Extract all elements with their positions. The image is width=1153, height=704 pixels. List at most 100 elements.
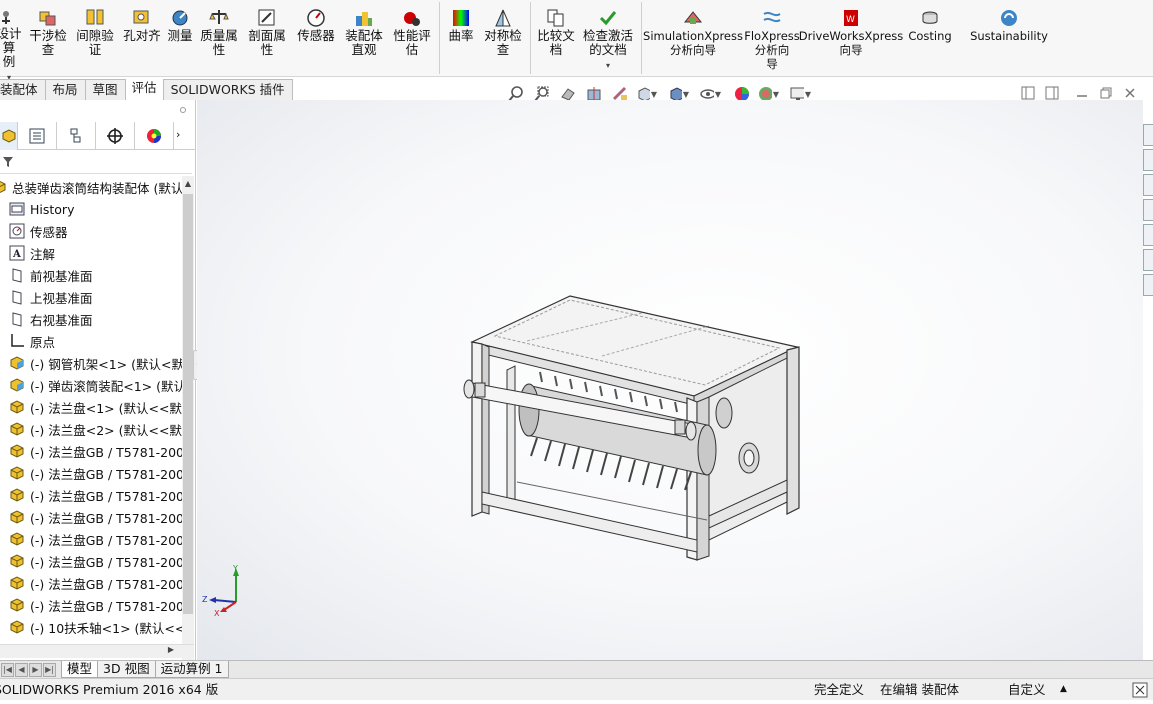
ribbon-button-label: 性能评 估: [393, 28, 431, 57]
check-active-document-button[interactable]: 检查激活 的文档 ▾: [578, 0, 638, 74]
tree-item[interactable]: (-) 法兰盘GB / T5781-2000: [0, 572, 182, 594]
curvature-button[interactable]: 曲率: [443, 0, 479, 74]
dimxpert-manager-tab-icon[interactable]: [96, 122, 135, 150]
part-icon: [8, 596, 26, 614]
dropdown-arrow-icon[interactable]: ▾: [606, 59, 610, 73]
design-study-button[interactable]: 设计算 例 ▾: [0, 0, 26, 82]
tree-item[interactable]: (-) 法兰盘GB / T5781-2000: [0, 550, 182, 572]
tab-model[interactable]: 模型: [61, 661, 99, 678]
tree-item-label: 注解: [30, 246, 56, 262]
ribbon-button-label: 曲率: [448, 28, 474, 43]
tree-item[interactable]: (-) 法兰盘GB / T5781-2000: [0, 528, 182, 550]
unit-dropdown-icon[interactable]: ▲: [1060, 679, 1067, 700]
tree-item[interactable]: (-) 钢管机架<1> (默认<默认: [0, 352, 182, 374]
tree-item-label: 传感器: [30, 224, 68, 240]
tree-item[interactable]: (-) 法兰盘<1> (默认<<默认: [0, 396, 182, 418]
close-icon[interactable]: [1122, 85, 1138, 101]
tree-item[interactable]: (-) 法兰盘GB / T5781-2000: [0, 462, 182, 484]
unit-system[interactable]: 自定义: [1008, 679, 1046, 700]
tree-item[interactable]: (-) 弹齿滚筒装配<1> (默认<: [0, 374, 182, 396]
scroll-right-icon[interactable]: ▶: [168, 645, 174, 654]
tab-evaluate[interactable]: 评估: [125, 78, 164, 100]
tab-solidworks-addins[interactable]: SOLIDWORKS 插件: [162, 79, 293, 100]
tree-item-label: 上视基准面: [30, 290, 93, 306]
driveworksxpress-button[interactable]: W DriveWorksXpress 向导: [799, 0, 903, 74]
configuration-manager-tab-icon[interactable]: [57, 122, 96, 150]
prev-tab-icon[interactable]: ◀: [15, 662, 28, 677]
tree-vertical-scrollbar[interactable]: ▲: [182, 176, 194, 660]
graphics-area[interactable]: [197, 100, 1143, 660]
property-manager-tab-icon[interactable]: [18, 122, 57, 150]
tab-layout[interactable]: 布局: [44, 79, 86, 100]
clearance-verify-button[interactable]: 间隙验 证: [70, 0, 120, 74]
next-tab-icon[interactable]: ▶: [29, 662, 42, 677]
mass-properties-button[interactable]: 质量属 性: [196, 0, 242, 74]
tree-root-assembly[interactable]: 总装弹齿滚筒结构装配体 (默认<: [0, 176, 182, 198]
tree-item[interactable]: A 注解: [0, 242, 182, 264]
symmetry-check-button[interactable]: 对称检 查: [479, 0, 527, 74]
sustainability-button[interactable]: Sustainability: [961, 0, 1057, 74]
tree-item[interactable]: History: [0, 198, 182, 220]
compare-documents-icon: [546, 8, 566, 28]
task-pane-appearances-icon[interactable]: [1143, 249, 1153, 271]
sensor-button[interactable]: 传感器: [292, 0, 340, 74]
help-icon[interactable]: [1132, 682, 1148, 704]
tile-left-icon[interactable]: [1020, 85, 1036, 101]
assembly-model[interactable]: [197, 100, 1143, 660]
tab-3d-views[interactable]: 3D 视图: [97, 661, 156, 678]
tile-right-icon[interactable]: [1044, 85, 1060, 101]
tree-item[interactable]: (-) 法兰盘GB / T5781-2000: [0, 594, 182, 616]
first-tab-icon[interactable]: |◀: [1, 662, 14, 677]
more-tabs-icon[interactable]: ›: [176, 122, 180, 149]
tree-item[interactable]: (-) 10扶禾轴<1> (默认<<默: [0, 616, 182, 638]
tree-item[interactable]: (-) 法兰盘GB / T5781-2000: [0, 440, 182, 462]
tree-item[interactable]: 原点: [0, 330, 182, 352]
ribbon-button-label: 检查激活 的文档: [582, 28, 633, 57]
filter-icon[interactable]: [2, 155, 14, 169]
task-pane-file-explorer-icon[interactable]: [1143, 199, 1153, 221]
tree-horizontal-scrollbar[interactable]: ▶: [0, 644, 194, 658]
tree-item-label: (-) 法兰盘GB / T5781-2000: [30, 466, 182, 482]
scroll-thumb[interactable]: [183, 194, 193, 614]
tab-sketch[interactable]: 草图: [84, 79, 126, 100]
minimize-icon[interactable]: [1074, 85, 1090, 101]
part-icon: [8, 464, 26, 482]
performance-evaluation-button[interactable]: 性能评 估: [388, 0, 436, 74]
tree-item[interactable]: 右视基准面: [0, 308, 182, 330]
tree-item[interactable]: 前视基准面: [0, 264, 182, 286]
section-properties-button[interactable]: 剖面属 性: [242, 0, 292, 74]
compare-documents-button[interactable]: 比较文 档: [534, 0, 578, 74]
task-pane-resources-icon[interactable]: [1143, 149, 1153, 171]
feature-tree: 总装弹齿滚筒结构装配体 (默认< History 传感器 A 注解 前视基准面 上视基准面右…: [0, 176, 182, 660]
interference-check-button[interactable]: 干涉检 查: [26, 0, 70, 74]
scroll-up-icon[interactable]: ▲: [182, 176, 194, 192]
feature-tree-tab-icon[interactable]: [0, 122, 18, 150]
tree-item[interactable]: (-) 法兰盘GB / T5781-2000: [0, 484, 182, 506]
tree-filter[interactable]: [0, 150, 192, 174]
task-pane-design-library-icon[interactable]: [1143, 174, 1153, 196]
tree-item[interactable]: 上视基准面: [0, 286, 182, 308]
task-pane-view-palette-icon[interactable]: [1143, 224, 1153, 246]
measure-button[interactable]: 测量: [164, 0, 196, 74]
task-pane-home-icon[interactable]: [1143, 124, 1153, 146]
assembly-visualization-button[interactable]: 装配体 直观: [340, 0, 388, 74]
sensor-icon: [8, 222, 26, 240]
panel-grip-icon[interactable]: [179, 107, 186, 113]
tab-assembly[interactable]: 装配体: [0, 79, 46, 100]
display-manager-tab-icon[interactable]: [135, 122, 174, 150]
last-tab-icon[interactable]: ▶|: [43, 662, 56, 677]
check-active-document-icon: [598, 8, 618, 28]
restore-icon[interactable]: [1098, 85, 1114, 101]
tree-item[interactable]: (-) 法兰盘GB / T5781-2000: [0, 506, 182, 528]
tree-item[interactable]: 传感器: [0, 220, 182, 242]
status-bar: SOLIDWORKS Premium 2016 x64 版 完全定义 在编辑 装…: [0, 678, 1153, 700]
hole-alignment-button[interactable]: 孔对齐: [120, 0, 164, 74]
plane-icon: [8, 266, 26, 284]
annotation-icon: A: [8, 244, 26, 262]
costing-button[interactable]: Costing: [899, 0, 961, 74]
tree-item[interactable]: (-) 法兰盘<2> (默认<<默认: [0, 418, 182, 440]
floxpress-button[interactable]: FloXpress 分析向 导: [741, 0, 803, 74]
task-pane-custom-properties-icon[interactable]: [1143, 274, 1153, 296]
tab-motion-study[interactable]: 运动算例 1: [154, 661, 229, 678]
simulationxpress-button[interactable]: SimulationXpress 分析向导: [643, 0, 743, 74]
